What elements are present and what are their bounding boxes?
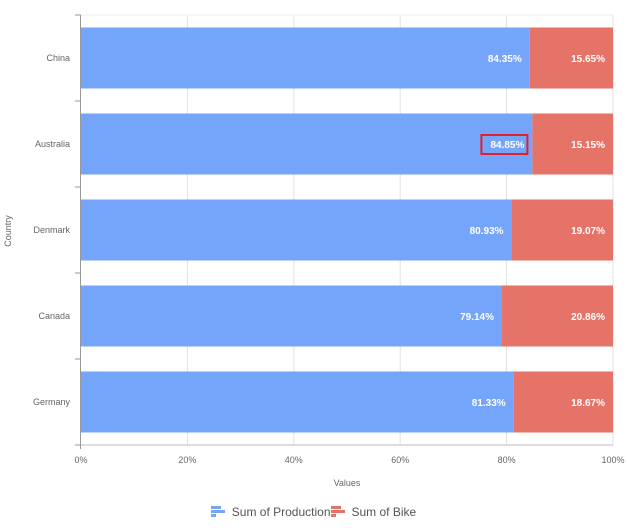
y-tick-label: Germany xyxy=(33,397,71,407)
legend-icon-stroke xyxy=(210,510,225,513)
bar-production-china[interactable] xyxy=(81,27,530,89)
legend-icon-stroke xyxy=(330,506,341,509)
bars xyxy=(81,27,613,433)
x-tick-label: 40% xyxy=(285,455,303,465)
bar-production-canada[interactable] xyxy=(81,285,503,347)
y-tick-label: Australia xyxy=(35,139,70,149)
bar-production-germany[interactable] xyxy=(81,371,514,433)
x-tick-label: 100% xyxy=(601,455,624,465)
legend-icon-stroke xyxy=(330,510,345,513)
data-label: 20.86% xyxy=(571,312,605,323)
legend-label-production: Sum of Production xyxy=(231,505,331,519)
y-tick-label: Canada xyxy=(38,311,70,321)
x-tick-label: 20% xyxy=(178,455,196,465)
x-tick-label: 80% xyxy=(498,455,516,465)
legend-bar-icon-production xyxy=(210,506,225,518)
data-label: 84.85% xyxy=(490,140,524,151)
legend: Sum of Production Sum of Bike xyxy=(0,505,627,519)
y-tick-label: China xyxy=(46,53,70,63)
legend-item-production[interactable]: Sum of Production xyxy=(210,505,331,519)
y-axis-title: Country xyxy=(3,215,13,247)
data-label: 15.15% xyxy=(571,140,605,151)
data-label: 19.07% xyxy=(571,226,605,237)
bar-production-denmark[interactable] xyxy=(81,199,512,261)
stacked-bar-chart: 84.35% 15.65% 84.85% 15.15% 80.93% 19.07% 79.1… xyxy=(3,14,625,488)
x-tick-label: 0% xyxy=(74,455,87,465)
legend-icon-stroke xyxy=(210,506,221,509)
data-label: 15.65% xyxy=(571,54,605,65)
data-label: 79.14% xyxy=(460,312,494,323)
data-label: 18.67% xyxy=(571,398,605,409)
data-label: 84.35% xyxy=(488,54,522,65)
data-label: 80.93% xyxy=(470,226,504,237)
bar-production-australia[interactable] xyxy=(81,113,533,175)
legend-icon-stroke xyxy=(330,514,336,517)
legend-item-bike[interactable]: Sum of Bike xyxy=(330,505,417,519)
x-tick-label: 60% xyxy=(391,455,409,465)
legend-icon-stroke xyxy=(210,514,216,517)
data-label: 81.33% xyxy=(472,398,506,409)
x-axis-title: Values xyxy=(334,478,361,488)
legend-label-bike: Sum of Bike xyxy=(351,505,417,519)
legend-bar-icon-bike xyxy=(330,506,345,518)
y-tick-label: Denmark xyxy=(33,225,70,235)
